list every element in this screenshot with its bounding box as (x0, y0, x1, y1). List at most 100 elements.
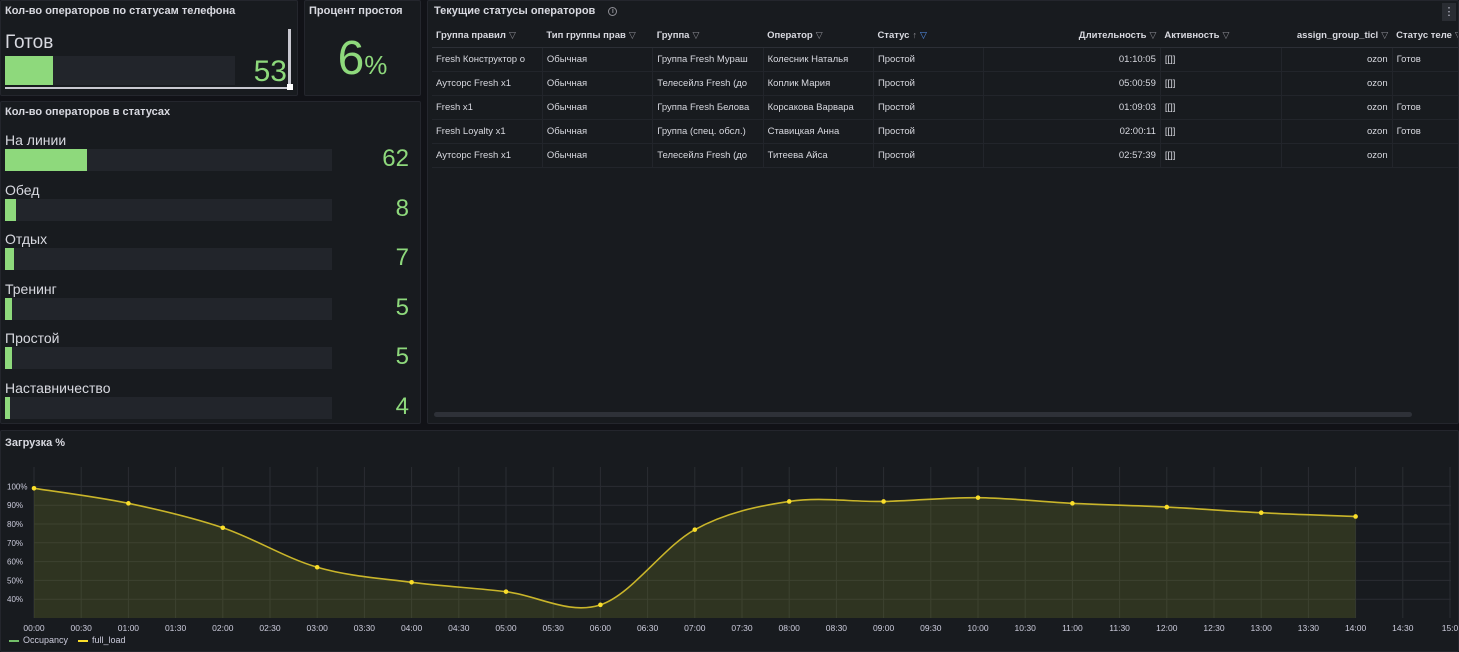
column-header-label: Длительность (1078, 30, 1147, 42)
table-cell: [[]] (1160, 95, 1283, 120)
y-tick-label: 70% (7, 539, 23, 548)
status-item-bar (5, 149, 332, 171)
status-item-bar (5, 297, 332, 320)
filter-icon[interactable]: ▽ (1455, 30, 1458, 41)
column-header[interactable]: Группа ▽ (652, 25, 764, 48)
column-header[interactable]: Длительность ▽ (983, 25, 1161, 48)
table-cell: Простой (873, 47, 985, 72)
table-cell: Fresh x1 (432, 95, 543, 120)
column-header[interactable]: Оператор ▽ (763, 25, 874, 48)
data-point (503, 589, 509, 594)
scroll-handle[interactable] (287, 84, 293, 90)
filter-icon[interactable]: ▽ (509, 30, 516, 41)
panel-title: Процент простоя (309, 5, 403, 17)
horizontal-scrollbar[interactable] (434, 412, 1412, 417)
table-cell: [[]] (1160, 119, 1283, 144)
column-header[interactable]: assign_group_ticl ▽ (1281, 25, 1393, 48)
status-item-value: 5 (395, 343, 409, 371)
x-tick-label: 03:30 (354, 623, 376, 633)
status-item-value: 4 (395, 393, 409, 420)
status-item-label: Отдых (5, 231, 48, 248)
table-cell: Аутсорс Fresh x1 (432, 71, 543, 96)
status-item-bar-fill (5, 198, 16, 221)
table-cell: Простой (873, 143, 985, 168)
status-item-bar-fill (5, 397, 11, 419)
table-row[interactable]: Аутсорс Fresh x1 Обычная Телесейлз Fresh (… (432, 71, 1458, 96)
x-tick-label: 10:30 (1015, 623, 1037, 633)
filter-icon[interactable]: ▽ (1149, 30, 1156, 41)
table-cell: Ставицкая Анна (763, 119, 874, 144)
column-header[interactable]: Активность ▽ (1160, 25, 1282, 48)
filter-icon[interactable]: ▽ (920, 30, 927, 41)
column-header[interactable]: Статус ↑ ▽ (873, 25, 984, 48)
x-tick-label: 09:00 (873, 623, 895, 633)
status-item-label: Простой (5, 330, 60, 347)
legend-label: Occupancy (23, 635, 69, 645)
legend-item[interactable]: Occupancy (9, 635, 68, 645)
table-cell: Телесейлз Fresh (до (652, 143, 764, 168)
x-tick-label: 05:30 (543, 623, 565, 633)
filter-icon[interactable]: ▽ (816, 30, 823, 41)
table-cell: ozon (1281, 143, 1393, 168)
data-point (126, 501, 131, 506)
sort-ascending-icon[interactable]: ↑ (912, 30, 917, 40)
table-cell: 01:10:05 (983, 47, 1161, 72)
table-cell: Простой (873, 119, 985, 144)
status-item-value: 62 (382, 145, 409, 172)
status-item-bar-fill (5, 297, 12, 320)
filter-icon[interactable]: ▽ (1223, 30, 1230, 41)
panel-title: Кол-во операторов в статусах (5, 106, 171, 118)
load-line-chart: 100% 90% 80% 70% 60% 50% 40% 00:00 00:30 01:00 01:… (7, 467, 1459, 633)
x-tick-label: 05:00 (495, 623, 517, 633)
info-icon[interactable]: i (608, 6, 618, 16)
status-item-label: Тренинг (5, 280, 57, 297)
legend-label: full_load (92, 635, 126, 645)
x-tick-label: 02:30 (259, 623, 281, 633)
table-cell: Колесник Наталья (763, 47, 874, 72)
data-point (1353, 514, 1358, 519)
column-header[interactable]: Тип группы прав ▽ (542, 25, 653, 48)
filter-icon[interactable]: ▽ (629, 30, 636, 41)
x-tick-label: 13:00 (1251, 623, 1273, 633)
table-cell (1392, 143, 1458, 168)
gauge-label: Готов (5, 32, 54, 53)
table-cell: ozon (1281, 119, 1393, 144)
data-point (975, 495, 981, 500)
chart-legend: Occupancy full_load (9, 635, 136, 645)
column-header[interactable]: Статус теле▽ (1392, 25, 1458, 48)
table-row[interactable]: Fresh Loyalty x1 Обычная Группа (спец. обс… (432, 119, 1458, 144)
x-tick-label: 15:0 (1442, 623, 1459, 633)
x-tick-label: 13:30 (1298, 623, 1320, 633)
status-item-bar (5, 397, 332, 419)
idle-percent-panel: Процент простоя 6% (304, 0, 421, 96)
kebab-menu-icon[interactable]: ⋮ (1442, 3, 1456, 21)
table-cell: Обычная (542, 95, 654, 120)
column-header[interactable]: Группа правил ▽ (432, 25, 543, 48)
status-counts-panel: Кол-во операторов в статусах На линии 62 О… (0, 101, 421, 424)
idle-value: 6 (337, 32, 365, 85)
table-row[interactable]: Аутсорс Fresh x1 Обычная Телесейлз Fresh (… (432, 143, 1458, 168)
x-tick-label: 02:00 (212, 623, 234, 633)
table-cell: Готов (1392, 95, 1458, 120)
table-cell: Обычная (542, 71, 654, 96)
filter-icon[interactable]: ▽ (1381, 30, 1388, 41)
x-tick-label: 08:30 (826, 623, 848, 633)
x-tick-label: 00:00 (23, 623, 45, 633)
table-cell: [[]] (1160, 71, 1283, 96)
status-item-value: 8 (395, 194, 409, 222)
table-row[interactable]: Fresh x1 Обычная Группа Fresh Белова Корсак… (432, 95, 1458, 120)
data-point (1164, 504, 1170, 510)
x-tick-label: 14:00 (1345, 623, 1367, 633)
scroll-track[interactable] (288, 29, 291, 87)
table-body: Fresh Конструктор о Обычная Группа Fresh М… (432, 47, 1458, 168)
legend-item[interactable]: full_load (78, 635, 126, 645)
table-cell: Простой (873, 71, 985, 96)
table-cell: Обычная (542, 119, 654, 144)
table-cell: Fresh Конструктор о (432, 47, 543, 72)
status-item-bar-fill (5, 149, 87, 171)
filter-icon[interactable]: ▽ (692, 30, 699, 41)
y-tick-label: 80% (7, 520, 23, 529)
data-point (1258, 510, 1264, 516)
table-row[interactable]: Fresh Конструктор о Обычная Группа Fresh М… (432, 47, 1458, 72)
data-point (598, 602, 603, 608)
